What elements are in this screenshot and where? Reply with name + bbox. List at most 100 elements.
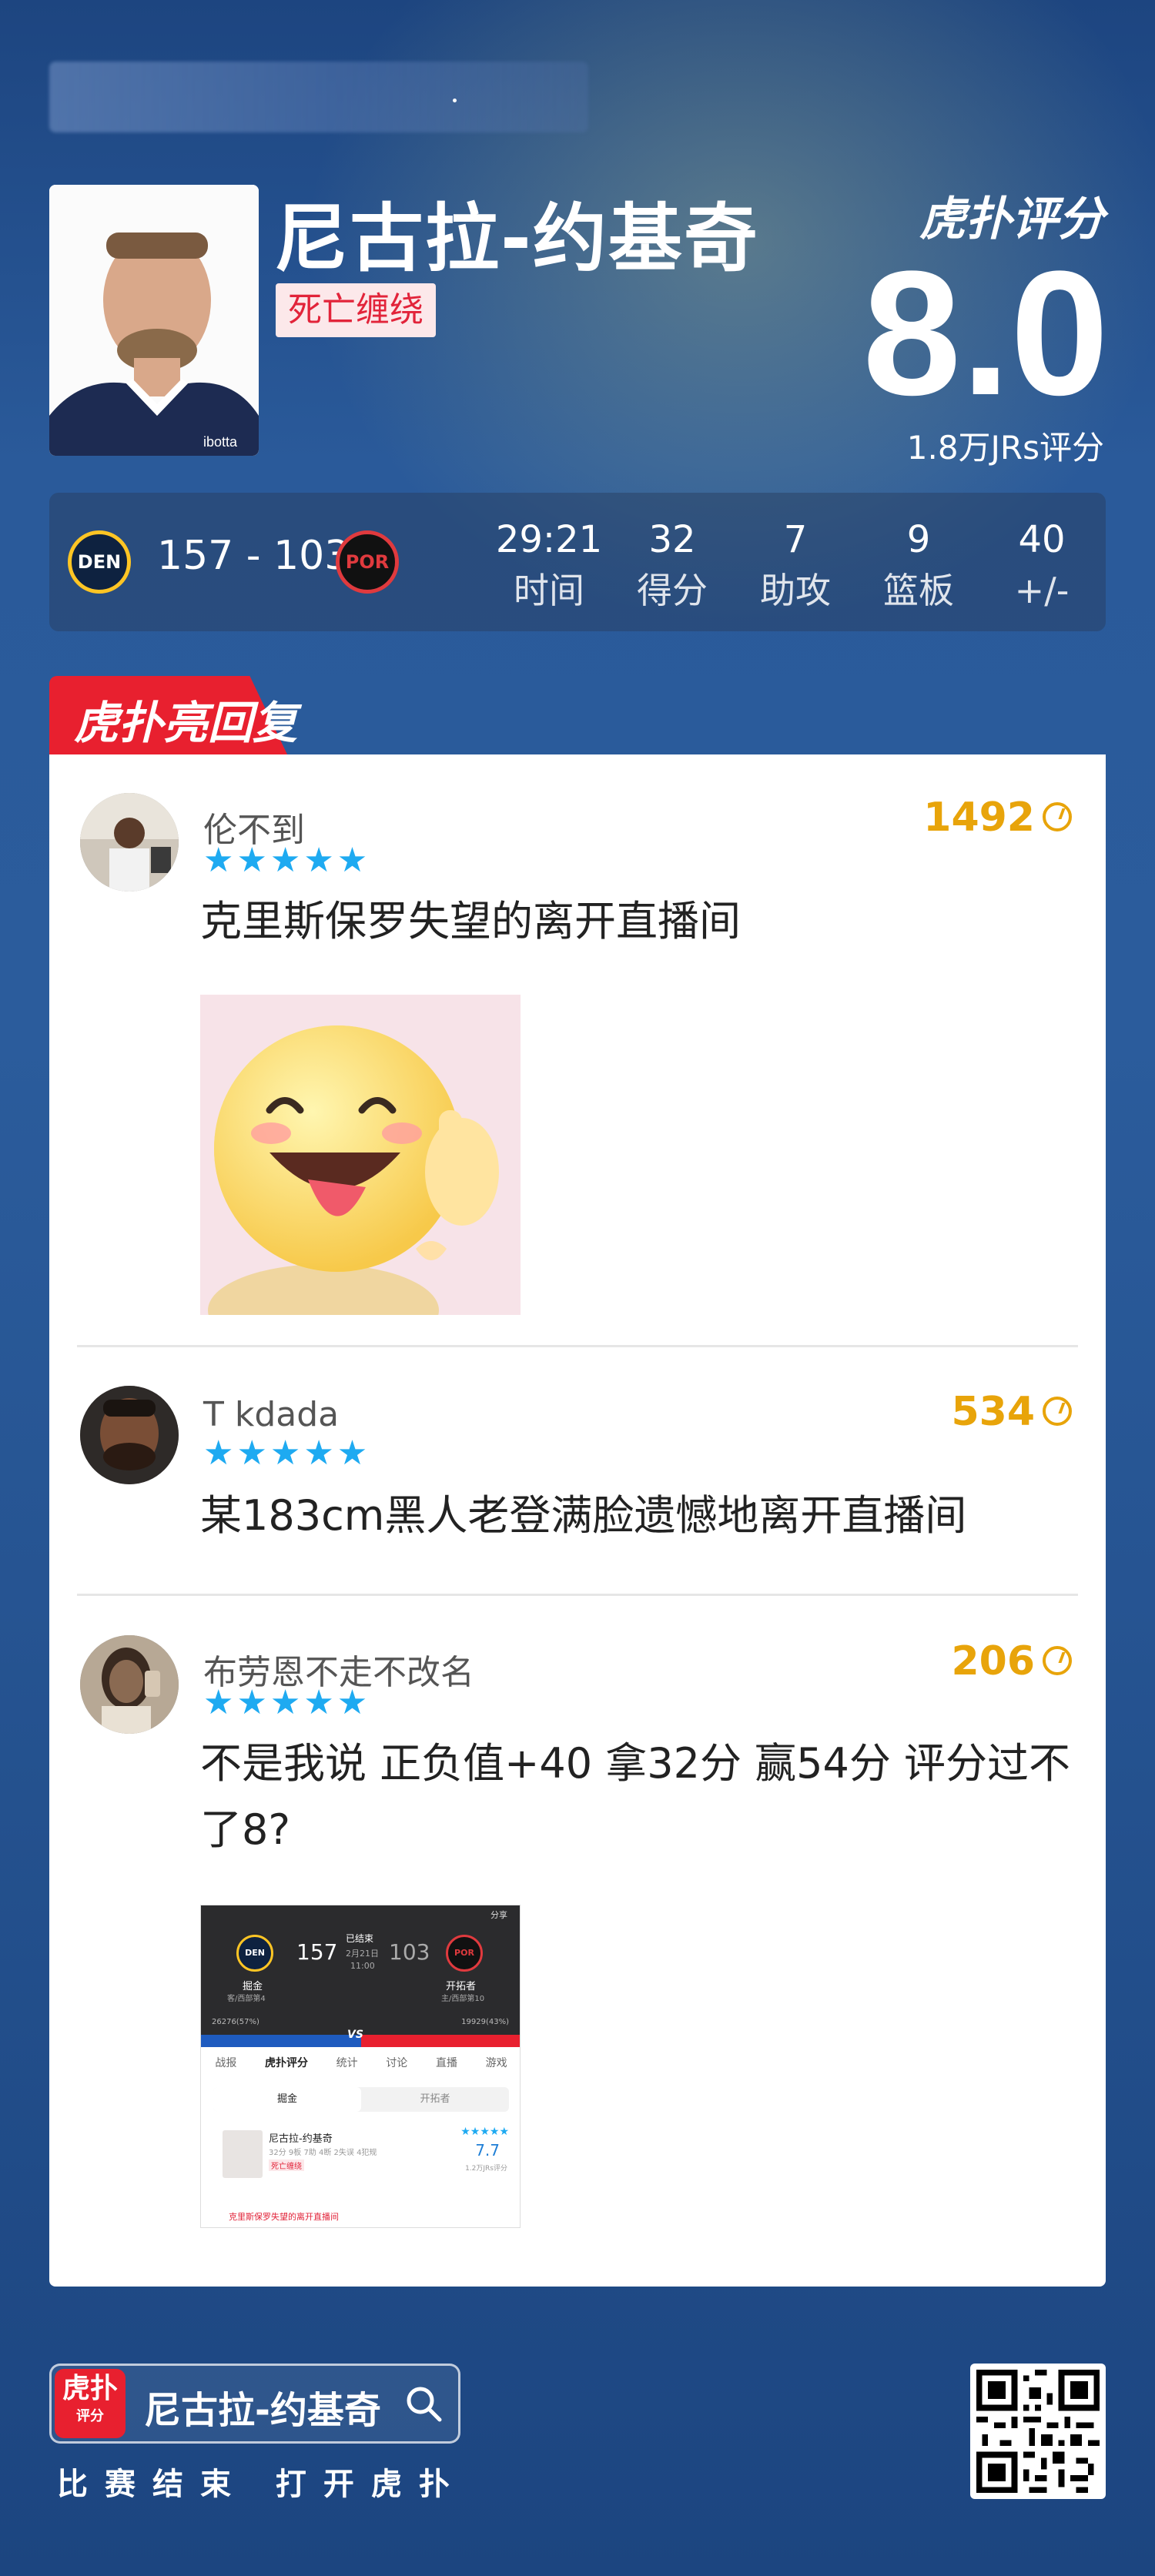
screenshot-blazers-logo-icon: POR — [446, 1935, 483, 1972]
screenshot-home-name: 掘金 — [243, 1981, 263, 1992]
screenshot-vs: VS — [347, 2029, 363, 2041]
screenshot-home-rank: 客/西部第4 — [227, 1995, 266, 2003]
footer-search-box[interactable]: 虎扑 评分 尼古拉-约基奇 — [49, 2364, 460, 2444]
emoji-image — [200, 995, 521, 1315]
like-count-value: 534 — [951, 1389, 1035, 1435]
qr-code-image[interactable] — [970, 2364, 1106, 2499]
screenshot-status: 已结束 — [346, 1933, 374, 1944]
stat-label: 篮板 — [883, 570, 954, 611]
screenshot-away-abbr: POR — [454, 1948, 474, 1958]
stat-label: 时间 — [514, 570, 584, 611]
blazers-logo-icon: POR — [336, 530, 399, 594]
stat-time: 29:21 时间 — [491, 514, 607, 616]
screenshot-away-score: 103 — [389, 1939, 430, 1965]
game-stats-bar: DEN 157 - 103 POR 29:21 时间 32 得分 7 助攻 9 … — [49, 493, 1106, 631]
light-bulb-icon — [1043, 1646, 1072, 1675]
comment-text: 不是我说 正负值+40 拿32分 赢54分 评分过不了8? — [200, 1739, 1071, 1854]
stat-label: 助攻 — [760, 570, 831, 611]
comment-divider — [77, 1594, 1078, 1596]
avatar-image — [80, 1635, 179, 1734]
comment-rating-stars: ★★★★★ — [203, 1683, 371, 1722]
stat-points: 32 得分 — [614, 514, 730, 616]
screenshot-date: 2月21日 — [346, 1949, 379, 1959]
home-team-abbr: DEN — [77, 551, 122, 573]
screenshot-player-score: 7.7 — [475, 2141, 500, 2159]
stat-plus-minus: 40 +/- — [984, 514, 1100, 616]
section-title: 虎扑亮回复 — [74, 697, 298, 749]
screenshot-player-count: 1.2万JRs评分 — [465, 2165, 507, 2173]
comment-like-count[interactable]: 1492 — [923, 795, 1072, 841]
screenshot-tab-active: 虎扑评分 — [264, 2057, 308, 2069]
screenshot-tab: 战报 — [215, 2057, 237, 2069]
game-score: 157 - 103 — [157, 533, 350, 579]
player-portrait-image: ibotta — [49, 185, 259, 456]
app-icon: 虎扑 评分 — [55, 2369, 126, 2438]
app-icon-text: 虎扑 — [62, 2373, 118, 2404]
screenshot-tab: 游戏 — [485, 2057, 507, 2069]
comment-rating-stars: ★★★★★ — [203, 841, 371, 880]
rating-count: 1.8万JRs评分 — [906, 429, 1104, 467]
away-team-abbr: POR — [345, 551, 390, 573]
footer-search-text: 尼古拉-约基奇 — [144, 2389, 381, 2432]
screenshot-tabs: 战报 虎扑评分 统计 讨论 直播 游戏 — [201, 2055, 520, 2079]
player-tag-badge: 死亡缠绕 — [276, 283, 436, 337]
screenshot-tab: 讨论 — [386, 2057, 408, 2069]
screenshot-home-score: 157 — [296, 1939, 338, 1965]
emoji-thumbs-up-image[interactable] — [200, 995, 521, 1315]
qr-code-icon — [976, 2370, 1100, 2493]
stat-value: 29:21 — [495, 518, 603, 561]
screenshot-away-name: 开拓者 — [446, 1981, 477, 1992]
screenshot-player-tag: 死亡缠绕 — [269, 2159, 304, 2171]
footer-hint-text: 比赛结束 打开虎扑 — [57, 2467, 467, 2502]
light-bulb-icon — [1043, 802, 1072, 831]
comment-rating-stars: ★★★★★ — [203, 1434, 371, 1473]
screenshot-nuggets-logo-icon: DEN — [236, 1935, 273, 1972]
blurred-dot — [453, 99, 457, 102]
nuggets-logo-icon: DEN — [68, 530, 131, 594]
comment-text: 克里斯保罗失望的离开直播间 — [200, 897, 741, 945]
comment-text: 某183cm黑人老登满脸遗憾地离开直播间 — [200, 1491, 967, 1540]
screenshot-team-toggle: 掘金 开拓者 — [213, 2087, 509, 2112]
screenshot-tab: 统计 — [336, 2057, 358, 2069]
screenshot-share: 分享 — [490, 1910, 507, 1920]
comment-like-count[interactable]: 206 — [951, 1638, 1072, 1684]
stat-assists: 7 助攻 — [738, 514, 853, 616]
search-icon — [407, 2387, 442, 2422]
comment-like-count[interactable]: 534 — [951, 1389, 1072, 1435]
stat-value: 32 — [648, 518, 696, 561]
screenshot-comment: 克里斯保罗失望的离开直播间 — [229, 2212, 339, 2222]
screenshot-stars: ★★★★★ — [460, 2126, 509, 2138]
avatar-image — [80, 793, 179, 892]
screenshot-time: 11:00 — [350, 1961, 375, 1971]
like-count-value: 1492 — [923, 795, 1035, 841]
comment-username[interactable]: T kdada — [203, 1395, 339, 1434]
screenshot-team-home: 掘金 — [213, 2087, 361, 2112]
like-count-value: 206 — [951, 1638, 1035, 1684]
stat-label: +/- — [1014, 570, 1070, 611]
screenshot-away-rank: 主/西部第10 — [441, 1995, 485, 2003]
avatar[interactable] — [80, 1386, 179, 1484]
screenshot-away-votes: 19929(43%) — [461, 2018, 509, 2026]
avatar-image — [80, 1386, 179, 1484]
screenshot-home-abbr: DEN — [245, 1948, 265, 1958]
player-name: 尼古拉-约基奇 — [274, 196, 759, 282]
stat-label: 得分 — [637, 570, 708, 611]
light-bulb-icon — [1043, 1397, 1072, 1426]
svg-text:ibotta: ibotta — [203, 434, 238, 450]
blurred-banner — [49, 62, 588, 132]
screenshot-player-photo — [223, 2130, 263, 2178]
comments-card: 伦不到 ★★★★★ 1492 克里斯保罗失望的离开直播间 T kdada ★★★… — [49, 754, 1106, 2287]
app-screenshot-image[interactable]: VS 分享 DEN POR 157 103 已结束 2月21日 11:00 掘金… — [200, 1905, 521, 2228]
screenshot-tab: 直播 — [435, 2057, 457, 2069]
screenshot-home-votes: 26276(57%) — [212, 2018, 259, 2026]
screenshot-team-away: 开拓者 — [420, 2093, 450, 2105]
screenshot-player-stats: 32分 9板 7助 4断 2失误 4犯规 — [269, 2149, 377, 2157]
avatar[interactable] — [80, 1635, 179, 1734]
comment-divider — [77, 1345, 1078, 1347]
rating-score: 8.0 — [862, 234, 1109, 432]
stat-value: 9 — [906, 518, 931, 561]
stat-value: 7 — [783, 518, 808, 561]
stat-rebounds: 9 篮板 — [861, 514, 976, 616]
avatar[interactable] — [80, 793, 179, 892]
player-photo: ibotta — [49, 185, 259, 456]
